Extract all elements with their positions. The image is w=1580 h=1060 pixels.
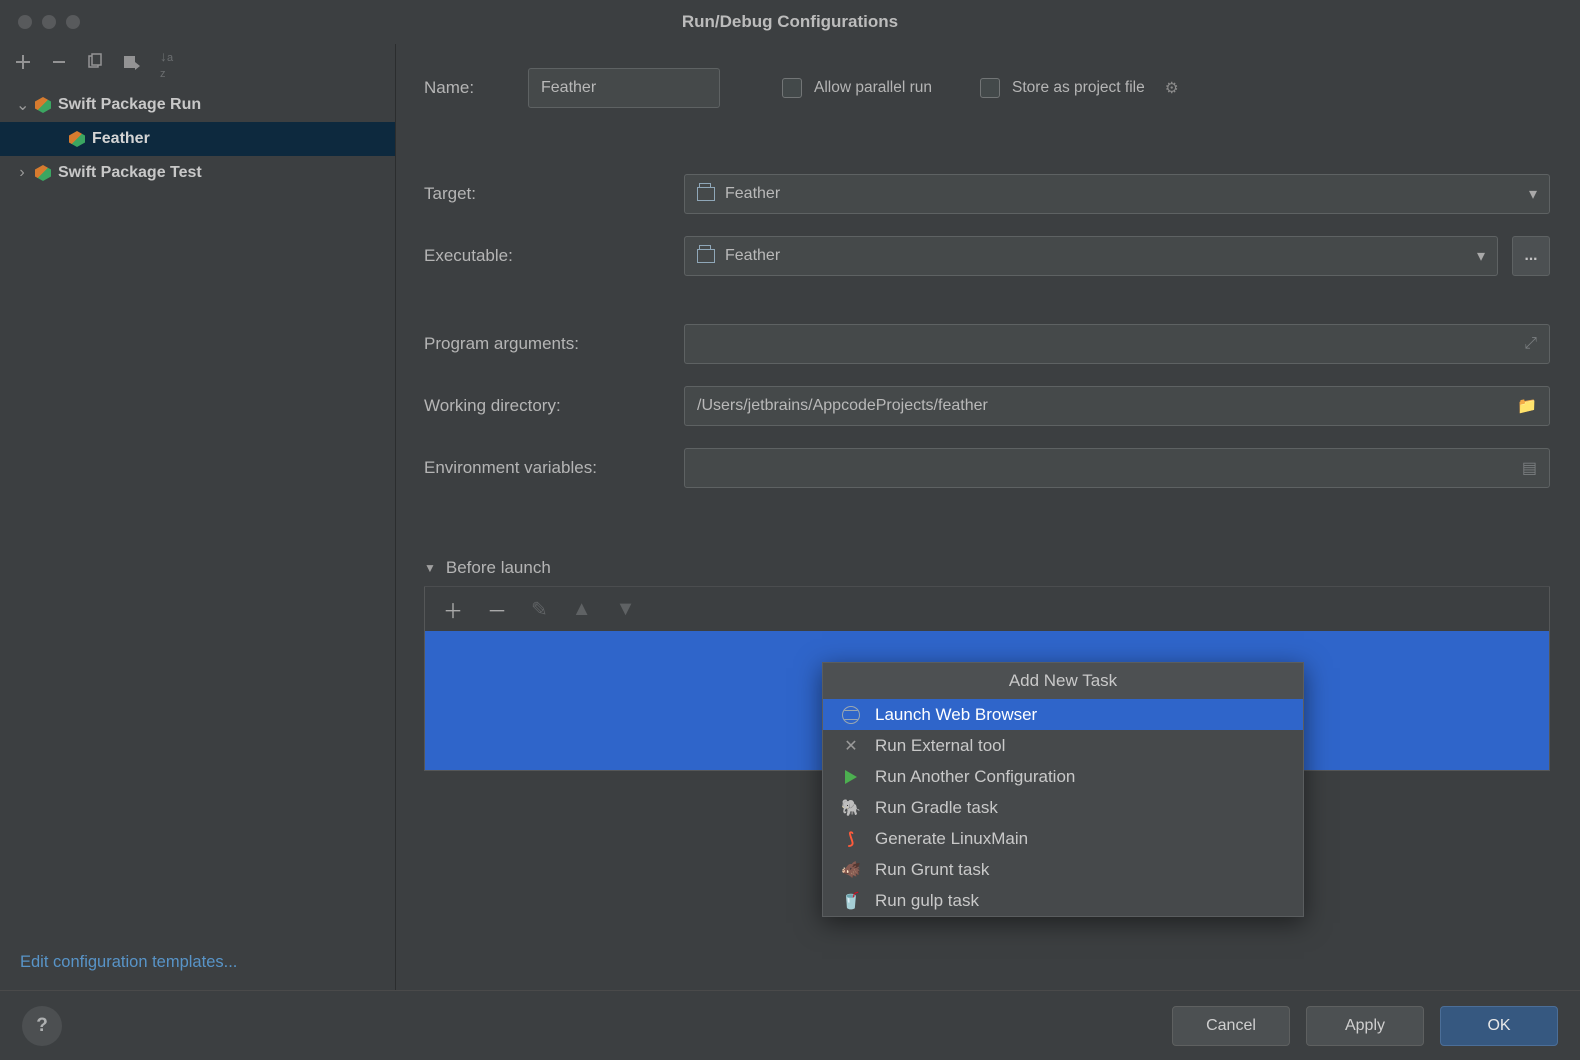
popup-item-gradle[interactable]: 🐘 Run Gradle task <box>823 792 1303 823</box>
chevron-right-icon: › <box>16 164 28 182</box>
package-icon <box>34 96 52 114</box>
browse-executable-button[interactable]: ... <box>1512 236 1550 276</box>
popup-item-label: Run Another Configuration <box>875 767 1075 787</box>
remove-task-icon[interactable]: － <box>487 595 507 624</box>
program-args-label: Program arguments: <box>424 334 684 354</box>
titlebar: Run/Debug Configurations <box>0 0 1580 44</box>
popup-item-external-tool[interactable]: ✕ Run External tool <box>823 730 1303 761</box>
package-icon <box>34 164 52 182</box>
tree-item-feather[interactable]: Feather <box>0 122 395 156</box>
add-task-icon[interactable]: ＋ <box>443 595 463 624</box>
chevron-down-icon: ⌄ <box>16 95 28 115</box>
grunt-icon: 🐗 <box>841 860 861 880</box>
executable-label: Executable: <box>424 246 684 266</box>
main-panel: Name: Feather Allow parallel run Store a… <box>396 44 1580 990</box>
play-icon <box>841 767 861 787</box>
checkbox-icon <box>980 78 1000 98</box>
popup-item-label: Run External tool <box>875 736 1005 756</box>
dropdown-value: Feather <box>725 247 780 265</box>
executable-dropdown[interactable]: Feather ▾ <box>684 236 1498 276</box>
tree-item-label: Swift Package Run <box>58 96 201 114</box>
swift-icon: ⟆ <box>841 829 861 849</box>
popup-item-launch-browser[interactable]: Launch Web Browser <box>823 699 1303 730</box>
allow-parallel-checkbox[interactable]: Allow parallel run <box>782 78 932 98</box>
popup-item-another-config[interactable]: Run Another Configuration <box>823 761 1303 792</box>
globe-icon <box>841 705 861 725</box>
chevron-down-icon: ▾ <box>1529 184 1537 204</box>
store-project-checkbox[interactable]: Store as project file ⚙ <box>980 78 1179 98</box>
config-tree: ⌄ Swift Package Run Feather › Swift Pack… <box>0 84 395 941</box>
checkbox-label: Allow parallel run <box>814 79 932 97</box>
tree-item-swift-package-test[interactable]: › Swift Package Test <box>0 156 395 190</box>
edit-templates-link[interactable]: Edit configuration templates... <box>0 941 395 990</box>
expand-icon[interactable]: ⤢ <box>1524 335 1537 353</box>
sidebar-toolbar: ↓az <box>0 44 395 84</box>
sidebar: ↓az ⌄ Swift Package Run Feather › Swift … <box>0 44 396 990</box>
popup-item-label: Generate LinuxMain <box>875 829 1028 849</box>
popup-item-grunt[interactable]: 🐗 Run Grunt task <box>823 854 1303 885</box>
list-icon[interactable]: ▤ <box>1522 458 1537 478</box>
move-up-icon[interactable]: ▲ <box>572 598 592 621</box>
tree-item-swift-package-run[interactable]: ⌄ Swift Package Run <box>0 88 395 122</box>
popup-item-label: Launch Web Browser <box>875 705 1037 725</box>
save-config-icon[interactable] <box>122 53 142 76</box>
gulp-icon: 🥤 <box>841 891 861 911</box>
name-label: Name: <box>424 78 528 98</box>
before-launch-toolbar: ＋ － ✎ ▲ ▼ <box>425 587 1549 631</box>
target-icon <box>697 249 715 263</box>
before-launch-title: Before launch <box>446 558 551 578</box>
tree-item-label: Feather <box>92 130 150 148</box>
gear-icon[interactable]: ⚙ <box>1165 79 1179 98</box>
sort-alpha-icon[interactable]: ↓az <box>160 48 173 80</box>
tools-icon: ✕ <box>841 736 861 756</box>
copy-config-icon[interactable] <box>86 53 104 76</box>
popup-item-gulp[interactable]: 🥤 Run gulp task <box>823 885 1303 916</box>
ok-button[interactable]: OK <box>1440 1006 1558 1046</box>
working-dir-label: Working directory: <box>424 396 684 416</box>
folder-icon[interactable]: 📁 <box>1517 396 1537 416</box>
remove-config-icon[interactable] <box>50 53 68 76</box>
window-title: Run/Debug Configurations <box>0 12 1580 32</box>
add-config-icon[interactable] <box>14 53 32 76</box>
checkbox-icon <box>782 78 802 98</box>
move-down-icon[interactable]: ▼ <box>616 598 636 621</box>
popup-item-label: Run Grunt task <box>875 860 989 880</box>
checkbox-label: Store as project file <box>1012 79 1145 97</box>
package-icon <box>68 130 86 148</box>
edit-task-icon[interactable]: ✎ <box>531 597 548 622</box>
popup-item-label: Run gulp task <box>875 891 979 911</box>
program-args-input[interactable]: ⤢ <box>684 324 1550 364</box>
popup-title: Add New Task <box>823 663 1303 699</box>
bottom-bar: ? Cancel Apply OK <box>0 990 1580 1060</box>
dropdown-value: Feather <box>725 185 780 203</box>
popup-item-label: Run Gradle task <box>875 798 998 818</box>
before-launch-header[interactable]: ▼ Before launch <box>424 558 1550 587</box>
popup-item-linuxmain[interactable]: ⟆ Generate LinuxMain <box>823 823 1303 854</box>
working-dir-input[interactable]: /Users/jetbrains/AppcodeProjects/feather… <box>684 386 1550 426</box>
gradle-icon: 🐘 <box>841 798 861 818</box>
apply-button[interactable]: Apply <box>1306 1006 1424 1046</box>
target-icon <box>697 187 715 201</box>
chevron-down-icon: ▾ <box>1477 246 1485 266</box>
env-label: Environment variables: <box>424 458 684 478</box>
name-input[interactable]: Feather <box>528 68 720 108</box>
triangle-down-icon: ▼ <box>424 561 436 575</box>
env-input[interactable]: ▤ <box>684 448 1550 488</box>
tree-item-label: Swift Package Test <box>58 164 202 182</box>
cancel-button[interactable]: Cancel <box>1172 1006 1290 1046</box>
target-dropdown[interactable]: Feather ▾ <box>684 174 1550 214</box>
add-task-popup: Add New Task Launch Web Browser ✕ Run Ex… <box>822 662 1304 917</box>
target-label: Target: <box>424 184 684 204</box>
help-button[interactable]: ? <box>22 1006 62 1046</box>
